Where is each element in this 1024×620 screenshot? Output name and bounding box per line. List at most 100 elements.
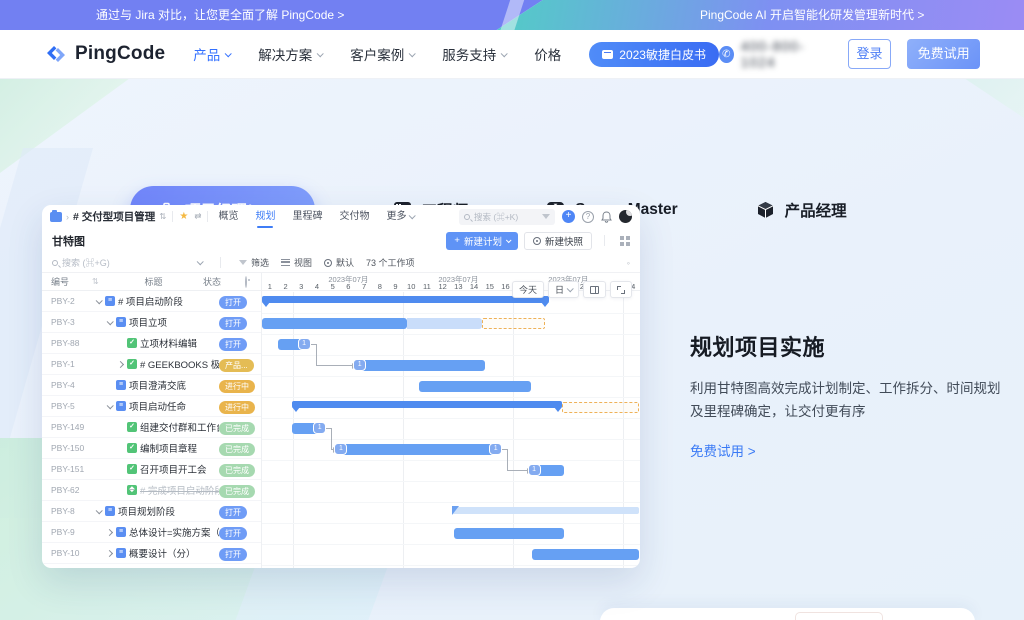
gantt-summary-bar[interactable]	[292, 401, 562, 408]
column-status[interactable]: 状态	[203, 275, 245, 288]
status-badge[interactable]: 进行中	[219, 380, 255, 393]
login-button[interactable]: 登录	[848, 39, 892, 69]
status-badge[interactable]: 进行中	[219, 401, 255, 414]
gantt-summary-bar-light[interactable]	[452, 507, 639, 514]
nav-item-产品[interactable]: 产品	[193, 44, 230, 64]
gantt-task-bar[interactable]: 1	[531, 465, 564, 476]
work-item-phase-icon: ≡	[116, 401, 126, 411]
hint-icon[interactable]: ◦	[627, 258, 630, 268]
table-row[interactable]: PBY-150✓编制项目章程已完成	[42, 438, 261, 459]
help-icon[interactable]: ?	[582, 211, 594, 223]
table-row[interactable]: PBY-62◆# 完成项目启动阶段...已完成	[42, 480, 261, 501]
status-badge[interactable]: 打开	[219, 338, 247, 351]
gantt-task-bar[interactable]	[454, 528, 564, 539]
expander-down-icon[interactable]	[94, 509, 102, 514]
pingcode-logo[interactable]: PingCode	[44, 42, 165, 66]
gantt-task-bar[interactable]: 1	[278, 339, 308, 350]
expander-down-icon[interactable]	[105, 320, 113, 325]
persona-tab-产品经理[interactable]: 产品经理	[756, 199, 847, 221]
expander-right-icon[interactable]	[105, 530, 113, 535]
phone-icon: ✆	[719, 46, 734, 63]
row-status-cell: 已完成	[219, 460, 261, 478]
add-button[interactable]: +	[562, 210, 575, 223]
nav-item-解决方案[interactable]: 解决方案	[258, 44, 322, 64]
favorite-star-icon[interactable]: ★	[179, 211, 188, 222]
whitepaper-badge[interactable]: 2023敏捷白皮书	[589, 42, 719, 67]
caret-glyph	[95, 297, 102, 304]
next-section-button-peek	[795, 612, 883, 620]
banner-link-ai[interactable]: PingCode AI 开启智能化研发管理新时代 >	[700, 0, 924, 30]
grid-view-icon[interactable]	[620, 236, 630, 246]
table-row[interactable]: PBY-149✓组建交付群和工作台已完成	[42, 417, 261, 438]
app-tab-里程碑[interactable]: 里程碑	[292, 205, 322, 228]
gear-icon[interactable]	[245, 276, 247, 288]
today-button[interactable]: 今天	[512, 281, 544, 298]
row-gridline	[262, 334, 640, 335]
expander-down-icon[interactable]	[94, 299, 102, 304]
nav-item-服务支持[interactable]: 服务支持	[442, 44, 506, 64]
split-view-button[interactable]	[583, 281, 606, 298]
user-avatar[interactable]	[619, 210, 632, 223]
status-badge[interactable]: 已完成	[219, 464, 255, 477]
new-plan-button[interactable]: + 新建计划	[446, 232, 518, 250]
status-badge[interactable]: 打开	[219, 296, 247, 309]
time-unit-select[interactable]: 日	[548, 281, 579, 298]
status-badge[interactable]: 已完成	[219, 443, 255, 456]
table-row[interactable]: PBY-3≡项目立项打开	[42, 312, 261, 333]
breadcrumb[interactable]: › # 交付型项目管理 ⇅	[50, 209, 166, 224]
app-tab-概览[interactable]: 概览	[218, 205, 238, 228]
table-row[interactable]: PBY-151✓召开项目开工会已完成	[42, 459, 261, 480]
gantt-task-bar[interactable]: 1	[292, 423, 323, 434]
feature-trial-link[interactable]: 免费试用 >	[690, 440, 1002, 460]
gantt-task-bar[interactable]: 11	[337, 444, 499, 455]
gantt-task-bar[interactable]	[419, 381, 531, 392]
table-header: 编号 ⇅ 标题 状态	[42, 273, 261, 291]
sort-icon[interactable]: ⇅	[92, 277, 104, 286]
app-search-input[interactable]: 搜索 (⌘+K)	[459, 209, 555, 225]
table-row[interactable]: PBY-10≡概要设计（分）打开	[42, 543, 261, 564]
banner-link-jira[interactable]: 通过与 Jira 对比，让您更全面了解 PingCode >	[96, 0, 344, 30]
chevron-down-icon	[501, 50, 508, 57]
status-badge[interactable]: 打开	[219, 527, 247, 540]
day-label: 6	[341, 282, 357, 291]
row-title-text: # 完成项目启动阶段...	[140, 483, 219, 497]
column-title[interactable]: 标题	[104, 275, 203, 288]
table-row[interactable]: PBY-9≡总体设计=实施方案（...打开	[42, 522, 261, 543]
status-badge[interactable]: 打开	[219, 506, 247, 519]
row-title-text: 立项材料编辑	[140, 336, 197, 350]
free-trial-button[interactable]: 免费试用	[907, 39, 980, 69]
status-badge[interactable]: 已完成	[219, 422, 255, 435]
table-row[interactable]: PBY-5≡项目启动任命进行中	[42, 396, 261, 417]
table-row[interactable]: PBY-2≡# 项目启动阶段打开	[42, 291, 261, 312]
app-tab-更多[interactable]: 更多	[386, 205, 414, 228]
expander-down-icon[interactable]	[105, 404, 113, 409]
table-row[interactable]: PBY-8≡项目规划阶段打开	[42, 501, 261, 522]
status-badge[interactable]: 产品...	[219, 359, 254, 372]
gantt-task-bar[interactable]	[532, 549, 639, 560]
gantt-search-input[interactable]: 搜索 (⌘+G)	[52, 256, 202, 269]
nav-item-价格[interactable]: 价格	[534, 44, 561, 64]
nav-item-客户案例[interactable]: 客户案例	[350, 44, 414, 64]
gantt-summary-bar[interactable]	[262, 296, 549, 303]
default-view-button[interactable]: 默认	[324, 256, 354, 269]
caret-glyph	[105, 549, 112, 556]
expander-right-icon[interactable]	[105, 551, 113, 556]
app-tab-交付物[interactable]: 交付物	[339, 205, 369, 228]
status-badge[interactable]: 打开	[219, 317, 247, 330]
table-row[interactable]: PBY-4≡项目澄清交底进行中	[42, 375, 261, 396]
table-row[interactable]: PBY-1✓# GEEKBOOKS 极...产品...	[42, 354, 261, 375]
view-settings-button[interactable]: 视图	[281, 256, 312, 269]
new-snapshot-button[interactable]: 新建快照	[524, 232, 592, 250]
status-badge[interactable]: 打开	[219, 548, 247, 561]
switch-icon[interactable]: ⇄	[194, 211, 201, 222]
app-tab-规划[interactable]: 规划	[255, 205, 275, 228]
expander-right-icon[interactable]	[116, 362, 124, 367]
bell-icon[interactable]	[601, 211, 612, 223]
table-row[interactable]: PBY-88✓立项材料编辑打开	[42, 333, 261, 354]
fullscreen-button[interactable]	[610, 281, 632, 298]
filter-button[interactable]: 筛选	[239, 256, 269, 269]
gantt-task-bar[interactable]	[262, 318, 407, 329]
status-badge[interactable]: 已完成	[219, 485, 255, 498]
column-id[interactable]: 编号	[42, 275, 92, 288]
gantt-task-bar[interactable]: 1	[356, 360, 485, 371]
